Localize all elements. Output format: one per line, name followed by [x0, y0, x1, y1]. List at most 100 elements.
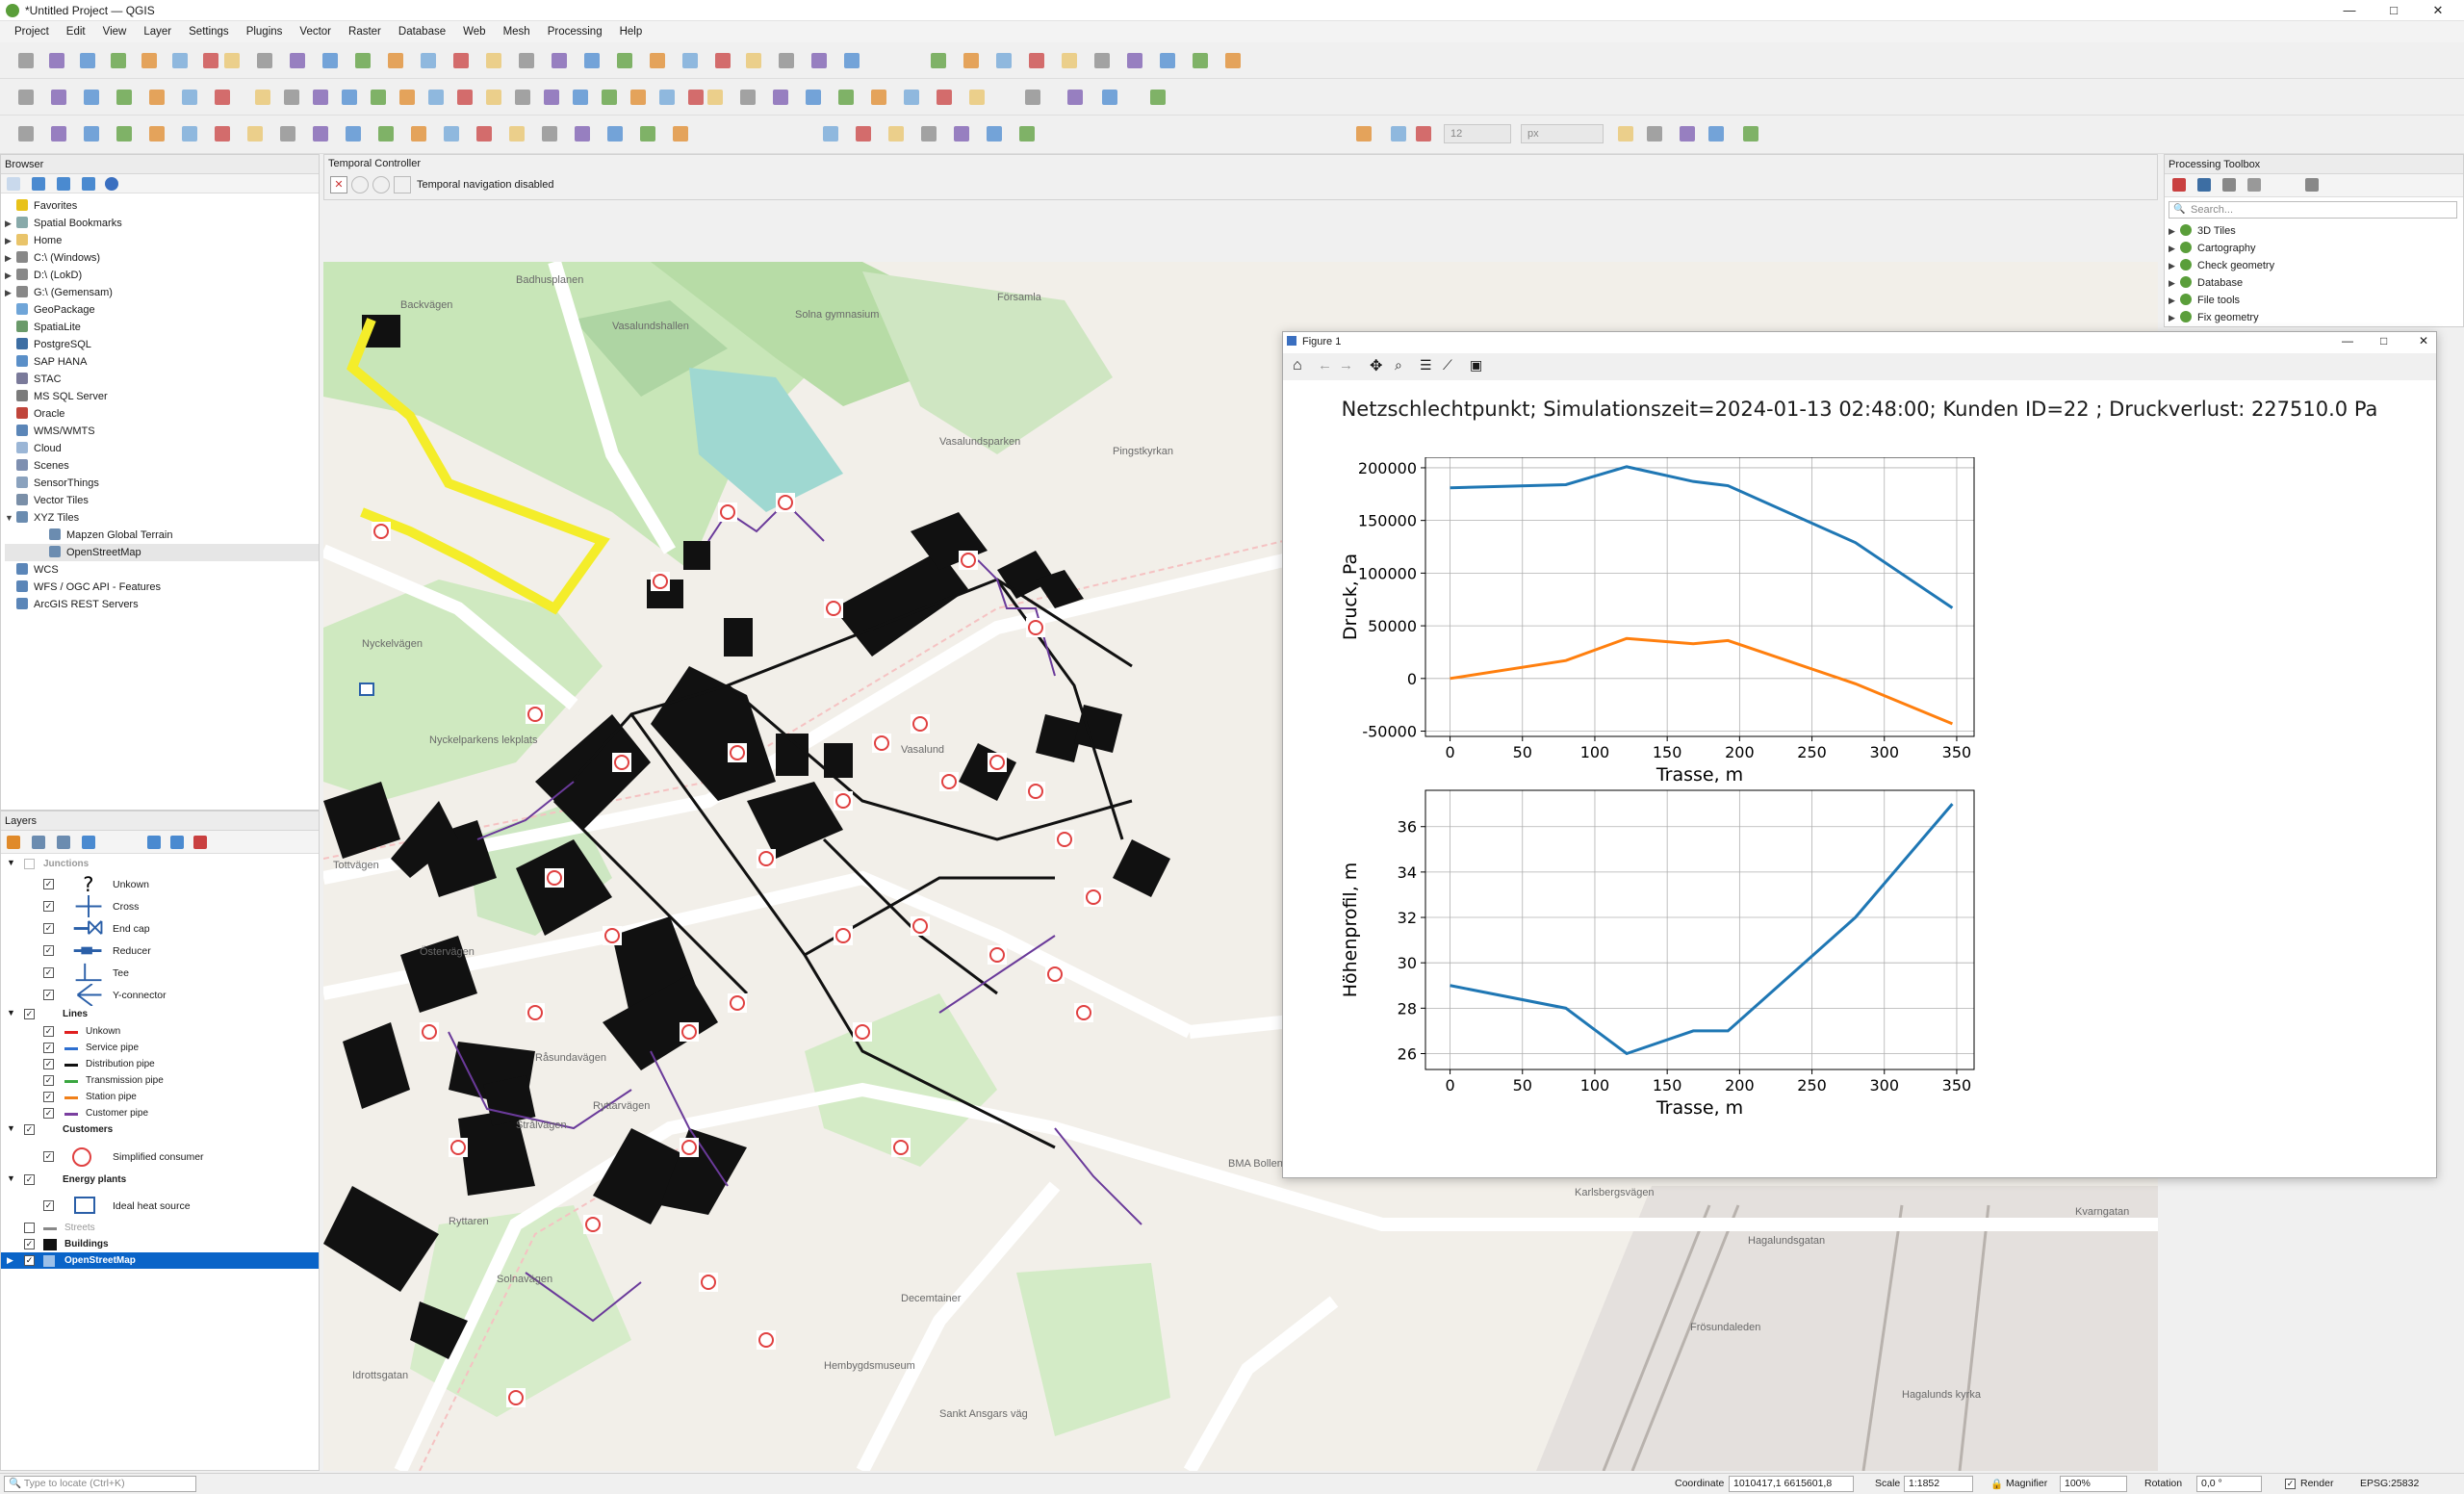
expand-arrow-icon[interactable]: ▶: [5, 232, 16, 249]
browser-item[interactable]: ▶ Home: [5, 232, 319, 249]
toolbar-tool-icon[interactable]: [703, 85, 728, 110]
toolbar-tool-icon[interactable]: [818, 121, 843, 146]
toolbar-tool-icon[interactable]: [275, 121, 300, 146]
toolbar-tool-icon[interactable]: [768, 85, 793, 110]
toolbar-tool-icon[interactable]: [1386, 121, 1411, 146]
toolbar-tool-icon[interactable]: [949, 121, 974, 146]
toolbar-tool-icon[interactable]: [774, 48, 799, 73]
toolbar-tool-icon[interactable]: [219, 48, 244, 73]
toolbar-tool-icon[interactable]: [1145, 85, 1170, 110]
toolbar-tool-icon[interactable]: [710, 48, 735, 73]
menu-view[interactable]: View: [94, 26, 136, 38]
toolbar-tool-icon[interactable]: [570, 121, 595, 146]
processing-item[interactable]: ▶ Check geometry: [2169, 257, 2457, 274]
toolbar-tool-icon[interactable]: [866, 85, 891, 110]
toolbar-tool-icon[interactable]: [547, 48, 572, 73]
python-icon[interactable]: [2197, 178, 2211, 192]
expand-arrow-icon[interactable]: ▶: [2169, 222, 2180, 240]
refresh-icon[interactable]: [32, 177, 45, 191]
close-button[interactable]: ✕: [2416, 0, 2460, 21]
browser-item[interactable]: GeoPackage: [5, 301, 319, 319]
browser-item[interactable]: ▶ Spatial Bookmarks: [5, 215, 319, 232]
temporal-off-button[interactable]: ✕: [330, 176, 347, 193]
expand-arrow-icon[interactable]: ▶: [5, 267, 16, 284]
expand-all-icon[interactable]: [147, 836, 161, 849]
browser-item[interactable]: ▶ D:\ (LokD): [5, 267, 319, 284]
figure-maximize-button[interactable]: □: [2380, 334, 2387, 348]
toolbar-tool-icon[interactable]: [514, 48, 539, 73]
layer-line-customer-pipe[interactable]: ✓ Customer pipe: [1, 1105, 319, 1121]
toolbar-tool-icon[interactable]: [579, 48, 604, 73]
toolbar-tool-icon[interactable]: [452, 85, 477, 110]
layer-junction-end-cap[interactable]: ✓ End cap: [1, 917, 319, 940]
processing-search-input[interactable]: 🔍 Search...: [2169, 201, 2457, 219]
axes-edit-icon[interactable]: ⟋: [1443, 357, 1452, 374]
toolbar-tool-icon[interactable]: [510, 85, 535, 110]
toolbar-tool-icon[interactable]: [318, 48, 343, 73]
expand-arrow-icon[interactable]: ▶: [2169, 292, 2180, 309]
layer-group-junctions[interactable]: ▼ Junctions: [1, 856, 319, 873]
add-group-icon[interactable]: [32, 836, 45, 849]
toolbar-tool-icon[interactable]: [1155, 48, 1180, 73]
browser-item[interactable]: WMS/WMTS: [5, 423, 319, 440]
toolbar-tool-icon[interactable]: [252, 48, 277, 73]
toolbar-tool-icon[interactable]: [13, 48, 38, 73]
figure-minimize-button[interactable]: —: [2342, 334, 2353, 348]
layer-junction-reducer[interactable]: ✓ Reducer: [1, 940, 319, 962]
toolbar-tool-icon[interactable]: [568, 85, 593, 110]
toolbar-tool-icon[interactable]: [481, 48, 506, 73]
menu-layer[interactable]: Layer: [135, 26, 180, 38]
filter-icon[interactable]: [57, 177, 70, 191]
toolbar-tool-icon[interactable]: [1188, 48, 1213, 73]
toolbar-tool-icon[interactable]: [626, 85, 651, 110]
menu-mesh[interactable]: Mesh: [495, 26, 539, 38]
toolbar-tool-icon[interactable]: [635, 121, 660, 146]
layer-group-lines[interactable]: ▼ ✓ Lines: [1, 1006, 319, 1023]
toolbar-tool-icon[interactable]: [926, 48, 951, 73]
expand-arrow-icon[interactable]: ▶: [2169, 309, 2180, 326]
toolbar-tool-icon[interactable]: [807, 48, 832, 73]
toolbar-tool-icon[interactable]: [177, 85, 202, 110]
toolbar-tool-icon[interactable]: [79, 85, 104, 110]
toolbar-tool-icon[interactable]: [839, 48, 864, 73]
toolbar-tool-icon[interactable]: [350, 48, 375, 73]
browser-item[interactable]: Vector Tiles: [5, 492, 319, 509]
menu-settings[interactable]: Settings: [180, 26, 238, 38]
expand-arrow-icon[interactable]: ▶: [2169, 274, 2180, 292]
maximize-button[interactable]: □: [2372, 0, 2416, 21]
toolbar-tool-icon[interactable]: [406, 121, 431, 146]
processing-item[interactable]: ▶ File tools: [2169, 292, 2457, 309]
browser-item[interactable]: SAP HANA: [5, 353, 319, 371]
processing-item[interactable]: ▶ 3D Tiles: [2169, 222, 2457, 240]
toolbar-tool-icon[interactable]: [144, 85, 169, 110]
figure-close-button[interactable]: ✕: [2419, 334, 2428, 348]
toolbar-tool-icon[interactable]: [341, 121, 366, 146]
layer-line-transmission-pipe[interactable]: ✓ Transmission pipe: [1, 1072, 319, 1089]
browser-item[interactable]: Scenes: [5, 457, 319, 475]
menu-plugins[interactable]: Plugins: [238, 26, 292, 38]
toolbar-tool-icon[interactable]: [537, 121, 562, 146]
toolbar-tool-icon[interactable]: [982, 121, 1007, 146]
layer-simplified-consumer[interactable]: ✓ Simplified consumer: [1, 1143, 319, 1172]
toolbar-tool-icon[interactable]: [395, 85, 420, 110]
expand-arrow-icon[interactable]: ▶: [5, 215, 16, 232]
toolbar-tool-icon[interactable]: [1642, 121, 1667, 146]
lock-icon[interactable]: 🔒: [1990, 1478, 2003, 1490]
menu-project[interactable]: Project: [6, 26, 58, 38]
toolbar-tool-icon[interactable]: [1063, 85, 1088, 110]
toolbar-tool-icon[interactable]: [668, 121, 693, 146]
toolbar-tool-icon[interactable]: [112, 121, 137, 146]
browser-item[interactable]: Favorites: [5, 197, 319, 215]
collapse-all-icon[interactable]: [170, 836, 184, 849]
toolbar-tool-icon[interactable]: [735, 85, 760, 110]
toolbar-tool-icon[interactable]: [1014, 121, 1040, 146]
menu-edit[interactable]: Edit: [58, 26, 94, 38]
zoom-icon[interactable]: ⌕: [1395, 357, 1402, 374]
browser-item[interactable]: SpatiaLite: [5, 319, 319, 336]
save-icon[interactable]: ▣: [1470, 357, 1482, 374]
toolbar-tool-icon[interactable]: [504, 121, 529, 146]
remove-layer-icon[interactable]: [193, 836, 207, 849]
toolbar-tool-icon[interactable]: [539, 85, 564, 110]
toolbar-tool-icon[interactable]: [1122, 48, 1147, 73]
toolbar-tool-icon[interactable]: [654, 85, 680, 110]
